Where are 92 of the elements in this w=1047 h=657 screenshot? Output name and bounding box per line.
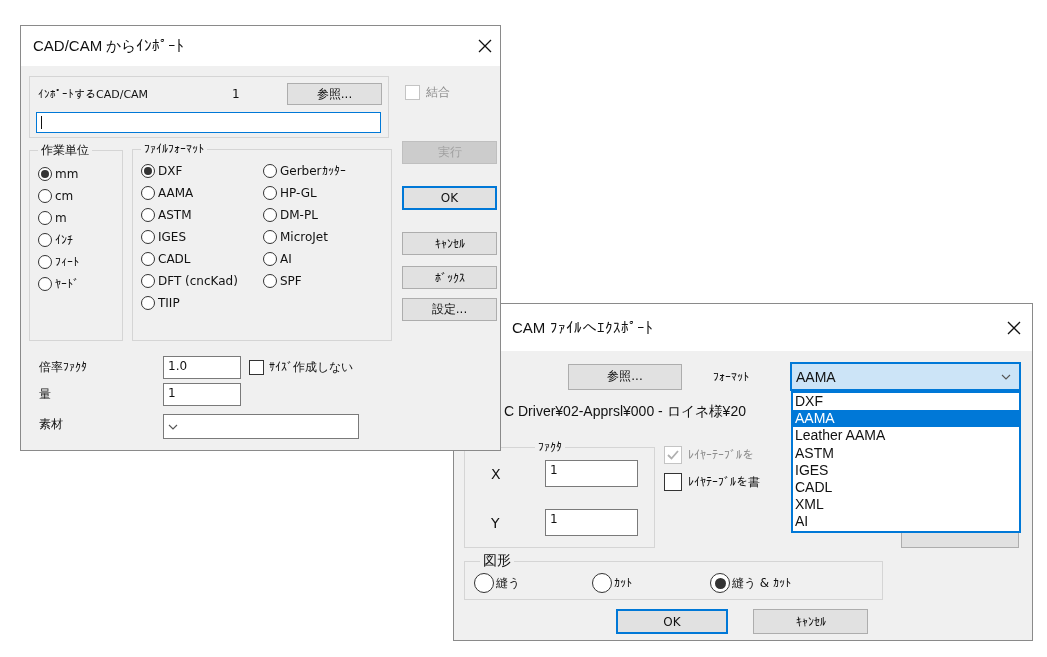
radio-button[interactable] <box>38 255 52 269</box>
radio-button[interactable] <box>592 573 612 593</box>
browse-button[interactable]: 参照... <box>287 83 382 105</box>
radio-button[interactable] <box>141 186 155 200</box>
dropdown-option[interactable]: DXF <box>793 393 1019 411</box>
path-field[interactable] <box>36 112 381 133</box>
chevron-icon[interactable] <box>1001 373 1011 380</box>
group-label: 図形 <box>482 552 512 570</box>
radio-button[interactable] <box>263 230 277 244</box>
dropdown-option[interactable]: Leather AAMA <box>793 427 1019 445</box>
radio-label: ﾌｨｰﾄ <box>55 255 79 269</box>
radio-label: ｶｯﾄ <box>614 576 632 590</box>
material-dropdown[interactable] <box>163 414 359 439</box>
checkbox-label: ﾚｲﾔﾃｰﾌﾞﾙを書 <box>688 473 760 491</box>
format-dropdown[interactable]: AAMA <box>790 362 1021 391</box>
radio-label: 縫う <box>496 574 520 592</box>
radio-button[interactable] <box>263 252 277 266</box>
radio-label: AI <box>280 252 292 266</box>
radio-label: AAMA <box>158 186 194 200</box>
dialog-button[interactable]: 設定... <box>402 298 497 321</box>
radio-label: MicroJet <box>280 230 328 244</box>
number-field[interactable]: 1.0 <box>163 356 241 379</box>
checkbox[interactable] <box>664 473 682 491</box>
format-label: ﾌｫｰﾏｯﾄ <box>713 369 750 384</box>
radio-label: Gerberｶｯﾀｰ <box>280 164 346 178</box>
radio-label: ﾔｰﾄﾞ <box>55 277 79 291</box>
radio-button[interactable] <box>141 274 155 288</box>
dialog-button[interactable]: ｷｬﾝｾﾙ <box>753 609 868 634</box>
dropdown-option[interactable]: CADL <box>793 478 1019 497</box>
radio-label: ASTM <box>158 208 192 222</box>
radio-button[interactable] <box>263 164 277 178</box>
number-field[interactable]: 1 <box>545 509 638 536</box>
checkbox-label: ﾚｲﾔｰﾃｰﾌﾞﾙを <box>688 448 754 462</box>
dialog-button[interactable]: ｷｬﾝｾﾙ <box>402 232 497 255</box>
group-label: ﾌｧｸﾀ <box>537 440 563 454</box>
radio-button[interactable] <box>38 211 52 225</box>
chevron-icon[interactable] <box>168 423 178 430</box>
radio-label: 縫う & ｶｯﾄ <box>732 574 791 592</box>
close-icon[interactable] <box>1007 320 1021 335</box>
radio-label: DM-PL <box>280 208 318 222</box>
dropdown-option[interactable]: XML <box>793 496 1019 514</box>
radio-button[interactable] <box>38 233 52 247</box>
radio-label: CADL <box>158 252 191 266</box>
dropdown-option[interactable]: IGES <box>793 461 1019 479</box>
count-label: 1 <box>232 87 241 101</box>
radio-button[interactable] <box>141 208 155 222</box>
group-label: 作業単位 <box>40 142 90 159</box>
radio-button[interactable] <box>141 252 155 266</box>
browse-button[interactable]: 参照... <box>568 363 682 390</box>
field-label: Y <box>491 514 501 531</box>
radio-button[interactable] <box>263 208 277 222</box>
radio-button[interactable] <box>38 167 52 181</box>
checkbox[interactable] <box>249 360 264 375</box>
radio-label: DFT (cncKad) <box>158 274 238 288</box>
dialog-button[interactable]: OK <box>402 186 497 210</box>
radio-button[interactable] <box>141 164 155 178</box>
radio-label: SPF <box>280 274 302 288</box>
radio-button[interactable] <box>38 189 52 203</box>
radio-label: m <box>55 211 67 225</box>
field-label: 量 <box>39 386 52 403</box>
radio-button[interactable] <box>263 186 277 200</box>
radio-button[interactable] <box>141 296 155 310</box>
number-field[interactable]: 1 <box>545 460 638 487</box>
text-cursor <box>41 116 42 129</box>
radio-label: mm <box>55 167 79 181</box>
dropdown-option[interactable]: AI <box>793 513 1019 531</box>
radio-button[interactable] <box>474 573 494 593</box>
field-label: X <box>491 465 502 482</box>
field-label: 倍率ﾌｧｸﾀ <box>39 359 88 376</box>
radio-label: ｲﾝﾁ <box>55 233 73 247</box>
checkbox-label: 結合 <box>426 84 450 101</box>
radio-label: HP-GL <box>280 186 317 200</box>
radio-label: DXF <box>158 164 183 178</box>
field-label: 素材 <box>39 416 64 433</box>
dropdown-option[interactable]: AAMA <box>793 410 1019 428</box>
source-label: ｲﾝﾎﾟｰﾄするCAD/CAM <box>38 87 150 101</box>
group-label: ﾌｧｲﾙﾌｫｰﾏｯﾄ <box>143 142 205 156</box>
close-icon[interactable] <box>478 39 492 53</box>
window-title: CAM ﾌｧｲﾙへｴｸｽﾎﾟｰﾄ <box>512 319 653 336</box>
radio-button[interactable] <box>38 277 52 291</box>
radio-button[interactable] <box>710 573 730 593</box>
dialog-button[interactable]: OK <box>616 609 728 634</box>
checkbox-label: ｻｲｽﾞ作成しない <box>269 359 353 376</box>
radio-button[interactable] <box>263 274 277 288</box>
dropdown-option[interactable]: ASTM <box>793 444 1019 462</box>
dialog-button[interactable]: ﾎﾞｯｸｽ <box>402 266 497 289</box>
window-title: CAD/CAM からｲﾝﾎﾟｰﾄ <box>33 36 185 56</box>
radio-label: IGES <box>158 230 187 244</box>
number-field[interactable]: 1 <box>163 383 241 406</box>
radio-label: TIIP <box>158 296 180 310</box>
radio-label: cm <box>55 189 74 203</box>
radio-button[interactable] <box>141 230 155 244</box>
